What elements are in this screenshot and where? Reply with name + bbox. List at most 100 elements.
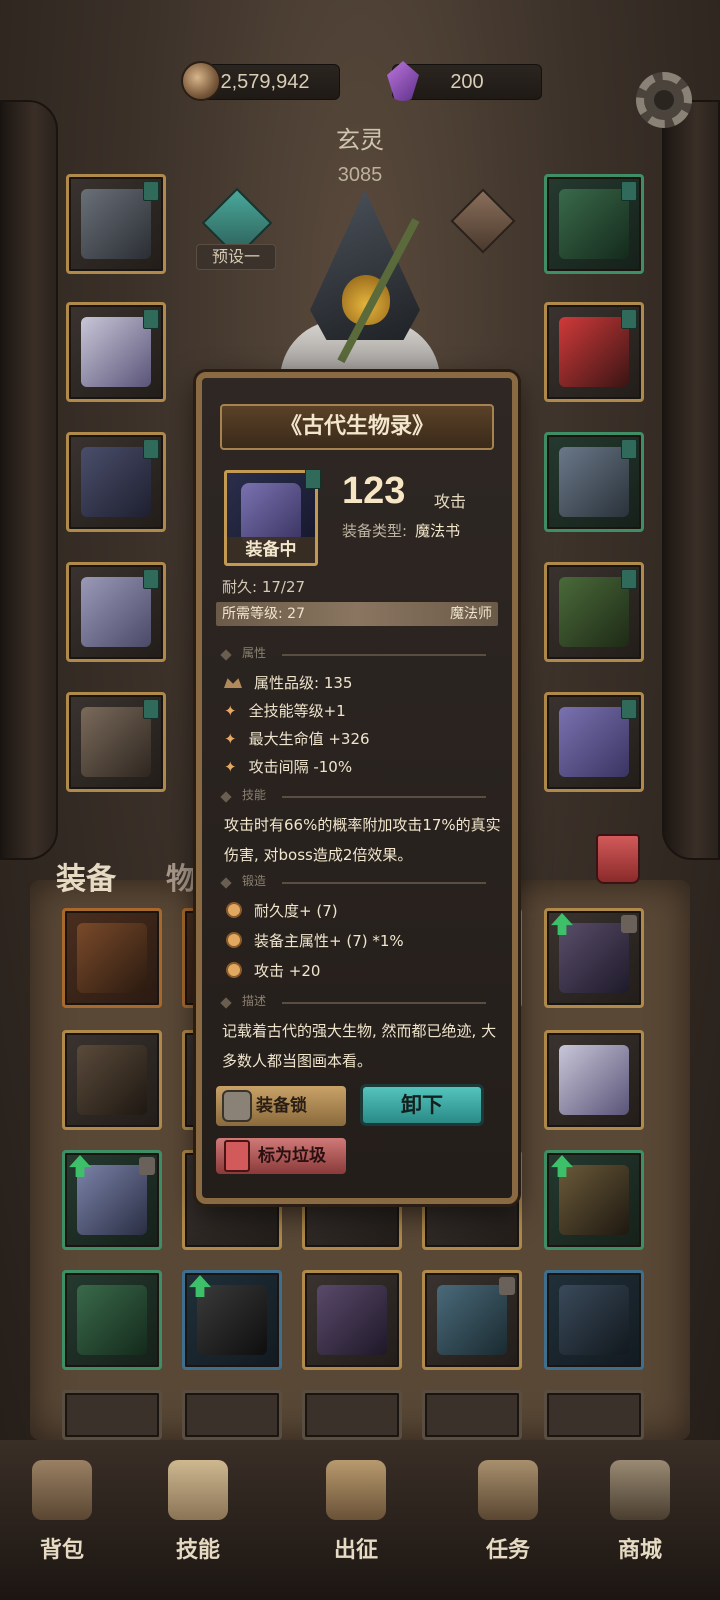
section-attributes: 属性 bbox=[222, 644, 492, 662]
equip-slot-boots[interactable] bbox=[66, 692, 166, 792]
inventory-slot-empty[interactable] bbox=[302, 1390, 402, 1440]
inventory-slot[interactable] bbox=[422, 1270, 522, 1370]
equip-lock-button[interactable]: 装备锁 bbox=[216, 1086, 346, 1126]
section-forge: 锻造 bbox=[222, 872, 492, 890]
spear-icon bbox=[559, 1165, 629, 1235]
mark-junk-button[interactable]: 标为垃圾 bbox=[216, 1138, 346, 1174]
tab-equipment[interactable]: 装备 bbox=[56, 854, 116, 898]
durability: 耐久: 17/27 bbox=[222, 578, 306, 596]
item-title: 《古代生物录》 bbox=[220, 404, 494, 450]
equip-slot-ring[interactable] bbox=[544, 432, 644, 532]
coin-counter: 2,579,942 bbox=[181, 61, 340, 101]
attribute-line: ✦ 全技能等级+1 bbox=[224, 700, 346, 721]
gem-counter: 200 bbox=[387, 61, 542, 101]
section-forge-label: 锻造 bbox=[242, 874, 267, 888]
book-icon bbox=[559, 707, 629, 777]
forge-text: 耐久度+ (7) bbox=[254, 902, 338, 920]
inventory-slot[interactable] bbox=[62, 1150, 162, 1250]
nav-expedition[interactable]: 出征 bbox=[306, 1440, 406, 1600]
equipped-flag-icon bbox=[143, 569, 159, 589]
coat-icon bbox=[559, 1045, 629, 1115]
boots-icon bbox=[81, 707, 151, 777]
staff-icon bbox=[559, 577, 629, 647]
equip-slot-helmet[interactable] bbox=[66, 174, 166, 274]
unequip-button[interactable]: 卸下 bbox=[360, 1084, 484, 1126]
nav-backpack[interactable]: 背包 bbox=[12, 1440, 112, 1600]
inventory-slot[interactable] bbox=[544, 1030, 644, 1130]
preset-button[interactable]: 预设一 bbox=[196, 244, 276, 270]
equipped-flag-icon bbox=[143, 309, 159, 329]
inventory-slot[interactable] bbox=[544, 1270, 644, 1370]
gloves-icon bbox=[81, 447, 151, 517]
equipped-flag-icon bbox=[621, 181, 637, 201]
section-skill: 技能 bbox=[222, 786, 492, 804]
equipped-flag-icon bbox=[305, 469, 321, 489]
inventory-slot[interactable] bbox=[62, 908, 162, 1008]
forge-dot-icon bbox=[226, 902, 242, 918]
attribute-quality: 属性品级: 135 bbox=[224, 672, 352, 693]
bracer-icon bbox=[77, 1045, 147, 1115]
attribute-text: 最大生命值 +326 bbox=[248, 730, 370, 748]
forge-line: 耐久度+ (7) bbox=[226, 900, 338, 921]
equip-slot-gloves[interactable] bbox=[66, 432, 166, 532]
armor-icon bbox=[81, 317, 151, 387]
nav-label: 出征 bbox=[333, 1538, 378, 1563]
equip-slot-hat[interactable] bbox=[544, 302, 644, 402]
section-description-label: 描述 bbox=[242, 994, 267, 1008]
forge-dot-icon bbox=[226, 932, 242, 948]
necklace-icon bbox=[559, 189, 629, 259]
nav-quests[interactable]: 任务 bbox=[458, 1440, 558, 1600]
necklace-icon bbox=[77, 1285, 147, 1355]
item-type-row: 装备类型: 魔法书 bbox=[342, 520, 460, 541]
quest-scroll-icon bbox=[478, 1460, 538, 1520]
forge-line: 攻击 +20 bbox=[226, 960, 320, 981]
item-icon-box: 装备中 bbox=[224, 469, 321, 566]
equipped-label: 装备中 bbox=[227, 537, 315, 563]
inventory-slot-empty[interactable] bbox=[544, 1390, 644, 1440]
item-type-value: 魔法书 bbox=[415, 522, 461, 540]
cross-staff-icon bbox=[437, 1285, 507, 1355]
item-type-label: 装备类型: bbox=[342, 522, 408, 540]
coin-icon bbox=[181, 61, 221, 101]
cross-pendant-icon bbox=[559, 1285, 629, 1355]
inventory-slot[interactable] bbox=[544, 1150, 644, 1250]
nav-shop[interactable]: 商城 bbox=[590, 1440, 690, 1600]
equipped-flag-icon bbox=[143, 439, 159, 459]
inventory-slot[interactable] bbox=[544, 908, 644, 1008]
equip-slot-pants[interactable] bbox=[66, 562, 166, 662]
inventory-slot[interactable] bbox=[62, 1030, 162, 1130]
attack-value: 123 bbox=[342, 470, 406, 512]
nav-label: 技能 bbox=[175, 1538, 220, 1563]
inventory-slot[interactable] bbox=[62, 1270, 162, 1370]
expedition-icon bbox=[326, 1460, 386, 1520]
equip-slot-weapon[interactable] bbox=[544, 562, 644, 662]
inventory-slot[interactable] bbox=[302, 1270, 402, 1370]
required-class: 魔法师 bbox=[450, 606, 492, 622]
forge-line: 装备主属性+ (7) *1% bbox=[226, 930, 404, 951]
ring-icon bbox=[559, 447, 629, 517]
nav-label: 任务 bbox=[485, 1538, 530, 1563]
forge-text: 装备主属性+ (7) *1% bbox=[254, 932, 404, 950]
inventory-slot-empty[interactable] bbox=[62, 1390, 162, 1440]
inventory-slot[interactable] bbox=[182, 1270, 282, 1370]
chain-icon bbox=[317, 1285, 387, 1355]
equip-slot-armor[interactable] bbox=[66, 302, 166, 402]
skill-book-icon bbox=[168, 1460, 228, 1520]
required-level: 所需等级: 27 bbox=[222, 606, 305, 622]
crown-icon bbox=[224, 678, 242, 688]
trash-icon[interactable] bbox=[596, 834, 640, 884]
equipped-flag-icon bbox=[621, 569, 637, 589]
lock-icon bbox=[222, 1090, 252, 1122]
backpack-icon bbox=[32, 1460, 92, 1520]
equipped-flag-icon bbox=[621, 309, 637, 329]
item-description: 记载着古代的强大生物, 然而都已绝迹, 大多数人都当图画本看。 bbox=[222, 1022, 497, 1070]
nav-label: 商城 bbox=[617, 1538, 662, 1563]
attribute-text: 全技能等级+1 bbox=[248, 702, 346, 720]
nav-skills[interactable]: 技能 bbox=[148, 1440, 248, 1600]
equip-slot-necklace[interactable] bbox=[544, 174, 644, 274]
sparkle-icon: ✦ bbox=[224, 730, 237, 748]
lock-icon bbox=[139, 1157, 155, 1175]
equip-slot-offhand[interactable] bbox=[544, 692, 644, 792]
inventory-slot-empty[interactable] bbox=[422, 1390, 522, 1440]
inventory-slot-empty[interactable] bbox=[182, 1390, 282, 1440]
